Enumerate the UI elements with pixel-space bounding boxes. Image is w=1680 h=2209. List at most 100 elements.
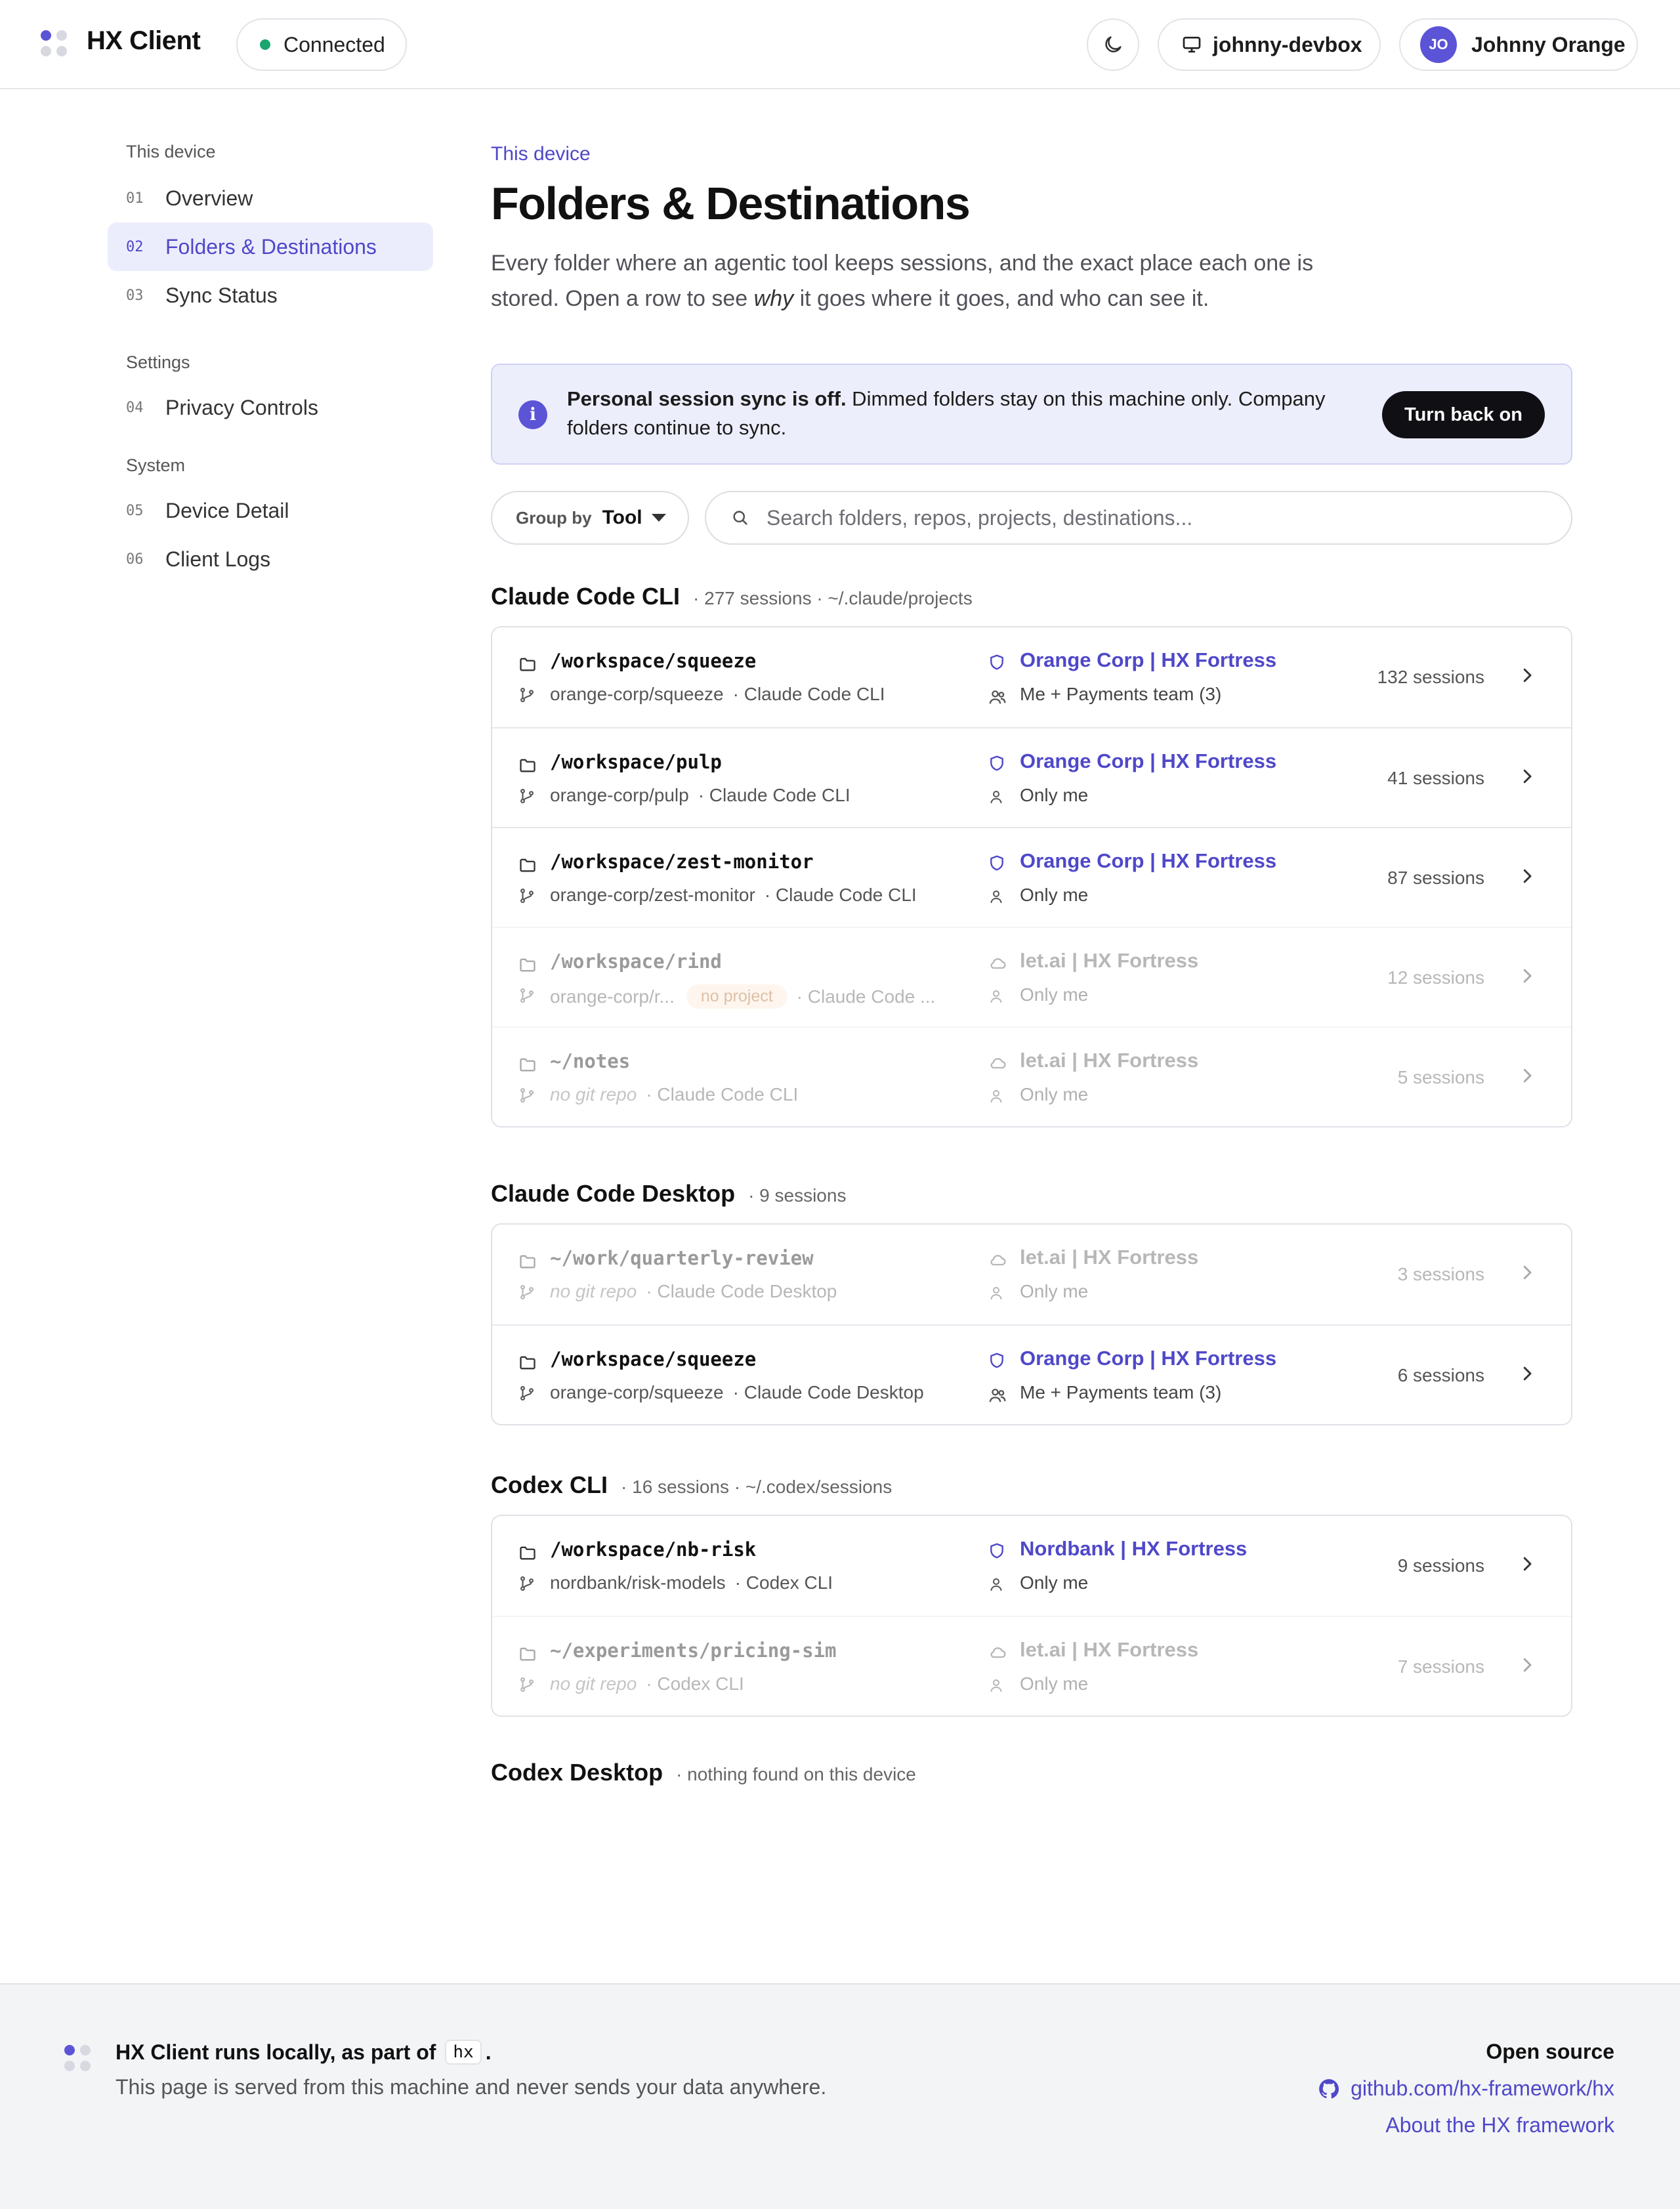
- sidebar-item-number: 06: [126, 551, 144, 568]
- footer-subtitle: This page is served from this machine an…: [116, 2075, 827, 2099]
- turn-back-on-button[interactable]: Turn back on: [1382, 391, 1545, 438]
- session-count: 5 sessions: [1397, 1067, 1484, 1087]
- git-branch-icon: [518, 788, 536, 808]
- folder-meta: orange-corp/squeeze · Claude Code Desktop: [550, 1382, 924, 1403]
- sidebar-item-sync-status[interactable]: 03 Sync Status: [108, 271, 433, 320]
- chevron-right-icon[interactable]: [1517, 866, 1537, 889]
- folder-row[interactable]: ~/experiments/pricing-sim no git repo · Co…: [492, 1616, 1571, 1715]
- session-count: 3 sessions: [1397, 1264, 1484, 1284]
- chevron-right-icon[interactable]: [1517, 767, 1537, 789]
- chevron-right-icon[interactable]: [1517, 1364, 1537, 1387]
- sidebar-item-client-logs[interactable]: 06 Client Logs: [108, 535, 433, 583]
- about-link[interactable]: About the HX framework: [1385, 2113, 1614, 2137]
- folder-path: /workspace/nb-risk: [550, 1538, 757, 1561]
- destination-name: Nordbank | HX Fortress: [1020, 1537, 1248, 1560]
- cloud-icon: [988, 1054, 1007, 1076]
- destination-name: Orange Corp | HX Fortress: [1020, 749, 1277, 772]
- session-count: 41 sessions: [1387, 768, 1484, 788]
- folder-row[interactable]: /workspace/rind orange-corp/r... no projec…: [492, 927, 1571, 1026]
- github-link[interactable]: github.com/hx-framework/hx: [1318, 2076, 1614, 2101]
- folder-meta: orange-corp/pulp · Claude Code CLI: [550, 785, 850, 806]
- sidebar-item-number: 01: [126, 190, 144, 207]
- sidebar-section-system: System: [126, 455, 186, 475]
- repo-name: no git repo: [550, 1084, 637, 1104]
- chevron-right-icon[interactable]: [1517, 1655, 1537, 1678]
- folder-row[interactable]: /workspace/squeeze orange-corp/squeeze · C…: [492, 627, 1571, 727]
- folder-meta: orange-corp/r... no project · Claude Code …: [550, 984, 935, 1009]
- folder-icon: [518, 956, 537, 977]
- theme-toggle-button[interactable]: [1087, 18, 1139, 71]
- folder-meta: no git repo · Codex CLI: [550, 1673, 744, 1694]
- folder-list: /workspace/nb-risk nordbank/risk-models · …: [491, 1515, 1572, 1717]
- folder-path: /workspace/squeeze: [550, 1348, 757, 1370]
- folder-icon: [518, 1055, 537, 1077]
- audience: Only me: [1020, 1572, 1089, 1593]
- chevron-right-icon[interactable]: [1517, 966, 1537, 989]
- folder-row[interactable]: /workspace/pulp orange-corp/pulp · Claude …: [492, 727, 1571, 827]
- user-menu-button[interactable]: JO Johnny Orange: [1399, 18, 1638, 71]
- open-source-heading: Open source: [1486, 2040, 1614, 2063]
- sidebar-item-folders-destinations[interactable]: 02 Folders & Destinations: [108, 222, 433, 271]
- group-by-label: Group by: [516, 507, 592, 528]
- destination-name: Orange Corp | HX Fortress: [1020, 648, 1277, 671]
- chevron-right-icon[interactable]: [1517, 665, 1537, 688]
- folder-icon: [518, 655, 537, 677]
- audience: Only me: [1020, 885, 1089, 905]
- folder-row[interactable]: /workspace/squeeze orange-corp/squeeze · C…: [492, 1324, 1571, 1424]
- person-icon: [988, 1677, 1004, 1696]
- group-by-select[interactable]: Group by Tool: [491, 491, 689, 545]
- shield-icon: [988, 1352, 1005, 1372]
- folder-icon: [518, 856, 537, 877]
- destination-name: let.ai | HX Fortress: [1020, 1049, 1199, 1072]
- folder-path: /workspace/rind: [550, 950, 722, 973]
- git-branch-icon: [518, 686, 536, 707]
- audience: Only me: [1020, 984, 1089, 1005]
- sidebar-item-number: 02: [126, 238, 144, 255]
- folder-row[interactable]: ~/work/quarterly-review no git repo · Clau…: [492, 1225, 1571, 1324]
- app-title: HX Client: [87, 26, 201, 55]
- group-meta: · 277 sessions · ~/.claude/projects: [693, 588, 973, 608]
- sidebar-item-label: Sync Status: [165, 283, 278, 307]
- chevron-right-icon[interactable]: [1517, 1554, 1537, 1577]
- breadcrumb: This device: [491, 143, 591, 165]
- group-name: Claude Code CLI: [491, 583, 681, 610]
- destination-name: Orange Corp | HX Fortress: [1020, 1347, 1277, 1370]
- repo-name: orange-corp/r...: [550, 986, 675, 1007]
- device-button[interactable]: johnny-devbox: [1158, 18, 1381, 71]
- git-branch-icon: [518, 1385, 536, 1405]
- session-count: 87 sessions: [1387, 868, 1484, 888]
- folder-path: /workspace/zest-monitor: [550, 851, 814, 873]
- audience: Only me: [1020, 1281, 1089, 1301]
- top-bar: HX Client Connected johnny-devbox JO Joh…: [0, 0, 1680, 89]
- device-name: johnny-devbox: [1213, 32, 1362, 56]
- folder-icon: [518, 1252, 537, 1274]
- monitor-icon: [1183, 36, 1201, 53]
- caret-down-icon: [651, 514, 666, 522]
- user-name: Johnny Orange: [1471, 32, 1626, 56]
- git-branch-icon: [518, 1087, 536, 1107]
- chevron-right-icon[interactable]: [1517, 1263, 1537, 1286]
- folder-path: /workspace/pulp: [550, 751, 722, 773]
- search-input[interactable]: [766, 505, 1541, 530]
- folder-row[interactable]: /workspace/nb-risk nordbank/risk-models · …: [492, 1516, 1571, 1616]
- sidebar-item-label: Overview: [165, 186, 253, 210]
- sidebar-item-label: Privacy Controls: [165, 395, 318, 419]
- cloud-icon: [988, 1643, 1007, 1665]
- group-header: Codex Desktop · nothing found on this dev…: [491, 1759, 916, 1786]
- sidebar-item-privacy-controls[interactable]: 04 Privacy Controls: [108, 383, 433, 432]
- folder-icon: [518, 756, 537, 778]
- session-count: 12 sessions: [1387, 967, 1484, 988]
- destination-name: let.ai | HX Fortress: [1020, 1246, 1199, 1269]
- git-branch-icon: [518, 1575, 536, 1595]
- cloud-icon: [988, 954, 1007, 976]
- folder-row[interactable]: /workspace/zest-monitor orange-corp/zest-…: [492, 827, 1571, 927]
- destination-name: let.ai | HX Fortress: [1020, 1638, 1199, 1661]
- chevron-right-icon[interactable]: [1517, 1066, 1537, 1089]
- cloud-icon: [988, 1251, 1007, 1273]
- folder-row[interactable]: ~/notes no git repo · Claude Code CLI let.a…: [492, 1026, 1571, 1126]
- sidebar-item-device-detail[interactable]: 05 Device Detail: [108, 486, 433, 535]
- emphasis: why: [753, 286, 794, 311]
- sidebar-item-overview[interactable]: 01 Overview: [108, 174, 433, 222]
- audience: Only me: [1020, 785, 1089, 805]
- folder-path: ~/notes: [550, 1050, 631, 1072]
